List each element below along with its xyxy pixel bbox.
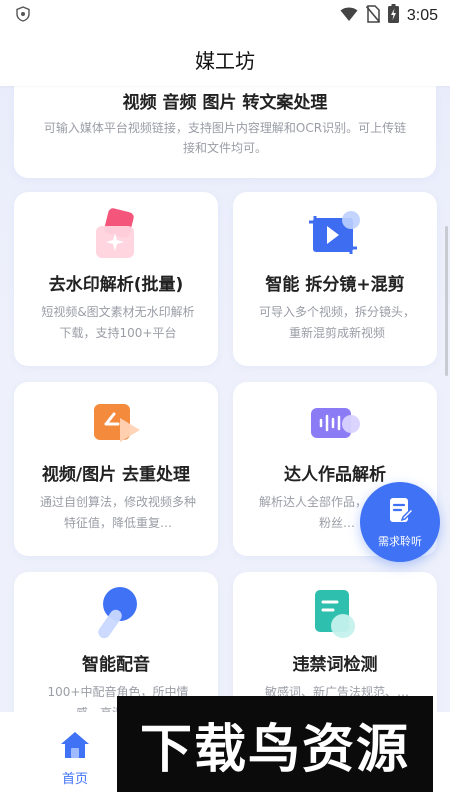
wifi-icon (340, 6, 358, 27)
feature-title: 智能配音 (82, 655, 150, 675)
audio-wave-icon (305, 394, 365, 454)
feature-list[interactable]: 视频 音频 图片 转文案处理 可输入媒体平台视频链接，支持图片内容理解和OCR识… (0, 86, 450, 712)
feature-title: 去水印解析(批量) (48, 275, 184, 295)
feature-card-dedup[interactable]: 视频/图片 去重处理 通过自创算法，修改视频多种特征值，降低重复… (14, 382, 218, 556)
banner-title: 视频 音频 图片 转文案处理 (122, 93, 328, 113)
feature-card-ai-dubbing[interactable]: 智能配音 100+中配音角色，所中情感，高清发音… (14, 572, 218, 712)
icon-wrap (14, 584, 218, 644)
brush-icon (86, 584, 146, 644)
feature-description: 可导入多个视频，拆分镜头，重新混剪成新视频 (258, 305, 415, 340)
home-icon (59, 730, 91, 764)
tab-home-label: 首页 (61, 772, 88, 787)
watermark-text: 下载鸟资源 (139, 719, 410, 780)
no-sim-icon (365, 4, 380, 28)
feature-title: 视频/图片 去重处理 (41, 465, 191, 485)
icon-wrap (14, 204, 218, 264)
status-time: 3:05 (406, 7, 438, 24)
watermark-overlay: 下载鸟资源 (117, 696, 433, 792)
battery-charging-icon (387, 4, 399, 28)
icon-wrap (233, 394, 437, 454)
icon-wrap (14, 394, 218, 454)
feature-card-banned-word-check[interactable]: 违禁词检测 敏感词、新广告法规范、… (233, 572, 437, 712)
scrollbar-thumb[interactable] (445, 226, 448, 376)
icon-wrap (233, 584, 437, 644)
video-split-icon (305, 204, 365, 264)
tab-home[interactable]: 首页 (40, 730, 110, 790)
edit-document-icon (385, 495, 415, 529)
page-title: 媒工坊 (195, 48, 255, 73)
feature-title: 达人作品解析 (284, 465, 386, 485)
icon-wrap (233, 204, 437, 264)
watermark-removal-icon (86, 204, 146, 264)
status-bar: 3:05 (0, 0, 450, 32)
media-to-text-card[interactable]: 视频 音频 图片 转文案处理 可输入媒体平台视频链接，支持图片内容理解和OCR识… (14, 86, 436, 178)
feature-description: 通过自创算法，修改视频多种特征值，降低重复… (39, 495, 196, 530)
feature-card-video-split[interactable]: 智能 拆分镜+混剪 可导入多个视频，拆分镜头，重新混剪成新视频 (233, 192, 437, 366)
fab-label: 需求聆听 (378, 535, 422, 548)
requirements-feedback-button[interactable]: 需求聆听 (360, 482, 440, 562)
app-header: 媒工坊 (0, 32, 450, 86)
dedup-icon (86, 394, 146, 454)
feature-description: 短视频&图文素材无水印解析下载，支持100+平台 (41, 305, 195, 340)
feature-card-watermark-removal[interactable]: 去水印解析(批量) 短视频&图文素材无水印解析下载，支持100+平台 (14, 192, 218, 366)
document-check-icon (305, 584, 365, 644)
status-right: 3:05 (340, 4, 438, 28)
feature-title: 智能 拆分镜+混剪 (265, 275, 405, 295)
feature-title: 违禁词检测 (292, 655, 378, 675)
shield-icon (16, 5, 30, 27)
status-left (16, 5, 30, 27)
banner-description: 可输入媒体平台视频链接，支持图片内容理解和OCR识别。可上传链接和文件均可。 (43, 121, 407, 155)
